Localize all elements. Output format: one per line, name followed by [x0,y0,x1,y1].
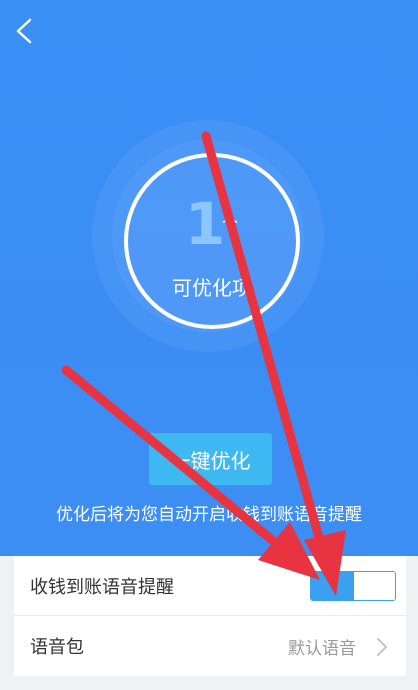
chevron-right-icon [377,638,387,656]
optimization-header: 1 个 可优化项 一键优化 优化后将为您自动开启收钱到账语音提醒 [0,0,418,556]
voice-pack-label: 语音包 [30,637,84,658]
setting-row-voice-pack[interactable]: 语音包 默认语音 [14,616,406,676]
count-unit: 个 [222,214,239,233]
optimize-hint-text: 优化后将为您自动开启收钱到账语音提醒 [56,505,362,525]
toggle-track [311,572,353,600]
toggle-knob [353,572,395,600]
optimizable-label: 可优化项 [172,276,252,300]
optimizable-count: 1 [184,190,226,258]
voice-alert-toggle[interactable] [310,571,396,601]
back-chevron-icon[interactable] [10,14,38,48]
setting-row-voice-alert: 收钱到账语音提醒 [14,556,406,616]
settings-card: 收钱到账语音提醒 语音包 默认语音 [14,556,406,676]
voice-alert-label: 收钱到账语音提醒 [30,576,174,598]
voice-pack-value: 默认语音 [288,638,356,659]
one-click-optimize-button[interactable]: 一键优化 [149,433,272,485]
